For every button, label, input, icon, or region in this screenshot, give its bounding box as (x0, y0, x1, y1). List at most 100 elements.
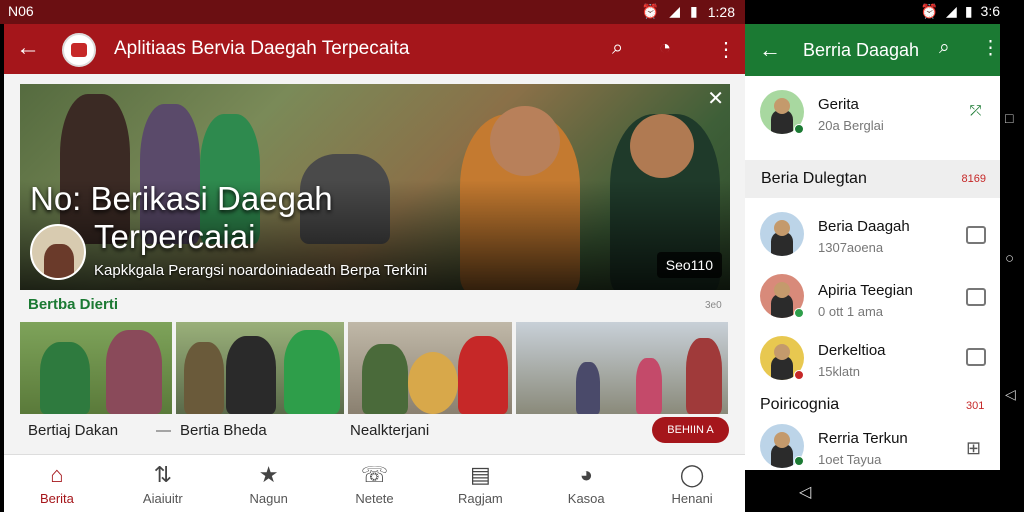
item-checkbox[interactable] (966, 348, 986, 366)
list-item-sub: 15klatn (818, 364, 860, 379)
thumb-figure (458, 336, 508, 414)
nav-label: Nagun (249, 491, 288, 506)
nav-label: Aiaiuitr (142, 491, 183, 506)
news-thumbnail-1[interactable] (20, 322, 172, 414)
hero-avatar (30, 224, 86, 280)
list-item-name[interactable]: Apiria Teegian (818, 282, 913, 299)
online-dot (794, 456, 804, 466)
news-thumbnail-2[interactable] (176, 322, 344, 414)
status-icons: ⏰ ◢ ▮ 1:28 (642, 3, 735, 20)
thumb-figure (40, 342, 90, 414)
chat-icon: ◕ (579, 462, 593, 487)
nav-label: Henani (671, 491, 713, 506)
section-count: 8169 (961, 173, 986, 185)
list-item-name[interactable]: Rerria Terkun (818, 430, 908, 447)
right-app-bar: ← Berria Daagah ⌕ ⋮ (745, 24, 1000, 76)
item-checkbox[interactable] (966, 288, 986, 306)
battery-icon: ▮ (690, 3, 698, 19)
thumb-figure (686, 338, 722, 414)
nav-item-berita[interactable]: ⌂ Berita (4, 455, 110, 512)
search-icon[interactable]: ⌕ (939, 37, 950, 59)
list-item-sub: 0 ott 1 ama (818, 304, 884, 319)
nav-label: Berita (39, 491, 74, 506)
top-item-sub: 20a Berglai (818, 118, 884, 133)
phone-icon: ☏ (360, 462, 389, 487)
section-more[interactable]: 3e0 (705, 300, 722, 311)
more-menu-icon[interactable]: ⋮ (716, 37, 736, 62)
list-item-name[interactable]: Beria Daagah (818, 218, 910, 235)
thumb-figure (184, 342, 224, 414)
left-status-bar: N06 ⏰ ◢ ▮ 1:28 (0, 0, 745, 24)
thumb-figure (362, 344, 408, 414)
hero-badge: Seo110 (656, 252, 722, 278)
battery-icon: ▮ (964, 3, 973, 19)
alarm-icon: ⏰ (920, 3, 939, 19)
side-back-icon[interactable]: ◁ (1005, 386, 1016, 403)
list-item-sub: 1307aoena (818, 240, 884, 255)
thumb-figure (636, 358, 662, 414)
nav-item-5[interactable]: ▤ Ragjam (427, 455, 533, 512)
side-navigation-strip: □ ○ ◁ (1000, 0, 1024, 512)
left-app-bar: ← Aplitiaas Bervia Daegah Terpecaita ⌕ ◔… (4, 24, 745, 74)
transfer-icon: ⇅ (153, 462, 172, 487)
star-icon: ★ (258, 462, 279, 487)
thumb-caption-3[interactable]: Nealkterjani (350, 422, 429, 439)
nav-item-2[interactable]: ⇅ Aiaiuitr (110, 455, 216, 512)
list-item-name[interactable]: Derkeltioa (818, 342, 886, 359)
close-icon[interactable]: ✕ (707, 86, 724, 111)
thumb-caption-1[interactable]: Bertiaj Dakan (28, 422, 118, 439)
status-icons: ⏰ ◢ ▮ 3:6 (921, 3, 1000, 20)
top-item-name[interactable]: Gerita (818, 96, 859, 113)
hero-face (630, 114, 694, 178)
hero-face (490, 106, 560, 176)
right-status-bar: ⏰ ◢ ▮ 3:6 (745, 0, 1000, 24)
nav-item-3[interactable]: ★ Nagun (216, 455, 322, 512)
home-icon: ⌂ (50, 462, 64, 487)
thumb-figure (284, 330, 340, 414)
hero-subtitle: Kapkkgala Perargsi noardoiniadeath Berpa… (94, 262, 428, 279)
caption-separator: — (156, 422, 171, 439)
more-menu-icon[interactable]: ⋮ (981, 37, 1000, 60)
recents-icon[interactable]: □ (1005, 110, 1013, 126)
read-more-button[interactable]: BEHIIN A (652, 417, 729, 443)
news-thumbnail-3[interactable] (348, 322, 512, 414)
avatar[interactable] (760, 212, 804, 256)
section-count: 301 (966, 400, 985, 412)
back-arrow-icon[interactable]: ← (16, 36, 40, 60)
wifi-icon: ◢ (669, 3, 681, 19)
section-title: Poiricognia (760, 396, 840, 413)
status-label: N06 (8, 3, 34, 19)
online-dot (794, 308, 804, 318)
back-arrow-icon[interactable]: ← (759, 37, 781, 63)
status-clock: 3:6 (980, 3, 1000, 19)
search-icon[interactable]: ⌕ (612, 37, 623, 60)
hero-headline-line1: No: Berikasi Daegah (30, 180, 333, 217)
hero-card[interactable]: ✕ No: Berikasi Daegah Terpercaiai Kapkkg… (20, 84, 730, 290)
thumb-figure (106, 330, 162, 414)
grid-icon[interactable]: ⊞ (966, 438, 981, 459)
section-title: Bertba Dierti (28, 296, 119, 313)
thumb-figure (576, 362, 600, 414)
thumb-figure (226, 336, 276, 414)
thumb-caption-2[interactable]: Bertia Bheda (180, 422, 267, 439)
nav-item-4[interactable]: ☏ Netete (322, 455, 428, 512)
app-logo (62, 33, 96, 67)
system-back-icon[interactable]: ◁ (799, 482, 811, 502)
status-dot (794, 370, 804, 380)
alarm-icon: ⏰ (641, 3, 660, 19)
share-icon[interactable]: ⤱ (970, 102, 981, 119)
news-icon: ▤ (469, 462, 491, 487)
system-navigation: ◁ (745, 470, 1000, 512)
app-title: Aplitiaas Bervia Daegah Terpecaita (114, 38, 410, 59)
nav-label: Kasoa (567, 491, 605, 506)
nav-item-6[interactable]: ◕ Kasoa (533, 455, 639, 512)
home-circle-icon[interactable]: ○ (1005, 250, 1014, 267)
wifi-icon: ◢ (946, 3, 957, 19)
section-header: Beria Dulegtan 8169 (745, 160, 1000, 198)
news-thumbnail-4[interactable] (516, 322, 728, 414)
list-item-sub: 1oet Tayua (818, 452, 882, 467)
online-dot (794, 124, 804, 134)
nav-item-7[interactable]: ◯ Henani (639, 455, 745, 512)
item-checkbox[interactable] (966, 226, 986, 244)
notification-icon[interactable]: ◔ (659, 37, 671, 60)
